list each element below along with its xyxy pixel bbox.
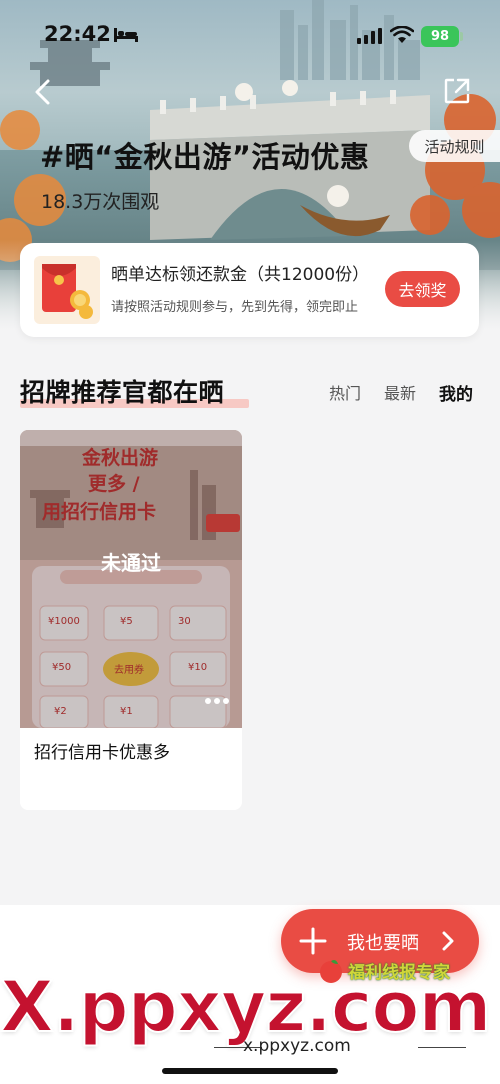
share-icon[interactable]	[442, 76, 472, 106]
home-indicator[interactable]	[162, 1068, 338, 1074]
tab-hot[interactable]: 热门	[329, 380, 361, 404]
reward-subtitle: 请按照活动规则参与，先到先得，领完即止	[111, 300, 359, 315]
activity-rules-button[interactable]: 活动规则	[409, 130, 500, 162]
sleep-mode-icon	[114, 28, 138, 42]
plus-icon	[299, 927, 327, 955]
status-time: 22:42	[44, 22, 111, 46]
battery-indicator: 98	[421, 26, 459, 47]
post-card[interactable]: 金秋出游 更多 / 用招行信用卡 ¥1000 ¥5 30 ¥50 去用券 ¥10…	[20, 430, 242, 810]
cellular-signal-icon	[357, 28, 382, 44]
battery-tip	[460, 32, 463, 41]
red-envelope-icon	[34, 256, 100, 324]
watermark-url: x.ppxyz.com	[243, 1036, 351, 1056]
review-status-label: 未通过	[101, 551, 161, 575]
post-screenshot-thumbnail: 金秋出游 更多 / 用招行信用卡 ¥1000 ¥5 30 ¥50 去用券 ¥10…	[20, 430, 242, 728]
status-bar: 22:42 98	[0, 20, 500, 56]
page-title: #晒“金秋出游”活动优惠	[40, 140, 370, 174]
back-button[interactable]	[28, 76, 60, 108]
wifi-icon	[390, 26, 414, 43]
reward-card: 晒单达标领还款金（共12000份） 请按照活动规则参与，先到先得，领完即止 去领…	[20, 243, 479, 337]
tab-mine[interactable]: 我的	[439, 380, 473, 405]
post-share-label: 我也要晒	[347, 933, 419, 954]
tab-latest[interactable]: 最新	[384, 380, 416, 404]
view-count: 18.3万次围观	[41, 191, 160, 213]
watermark-line-right	[418, 1047, 466, 1048]
more-dots-icon[interactable]	[204, 697, 230, 705]
reward-title: 晒单达标领还款金（共12000份）	[111, 265, 370, 285]
chevron-right-icon	[442, 931, 454, 951]
filter-tabs: 热门 最新 我的	[0, 380, 500, 405]
claim-reward-button[interactable]: 去领奖	[385, 271, 460, 307]
post-image-dim-overlay	[20, 430, 242, 728]
post-title: 招行信用卡优惠多	[34, 743, 170, 763]
